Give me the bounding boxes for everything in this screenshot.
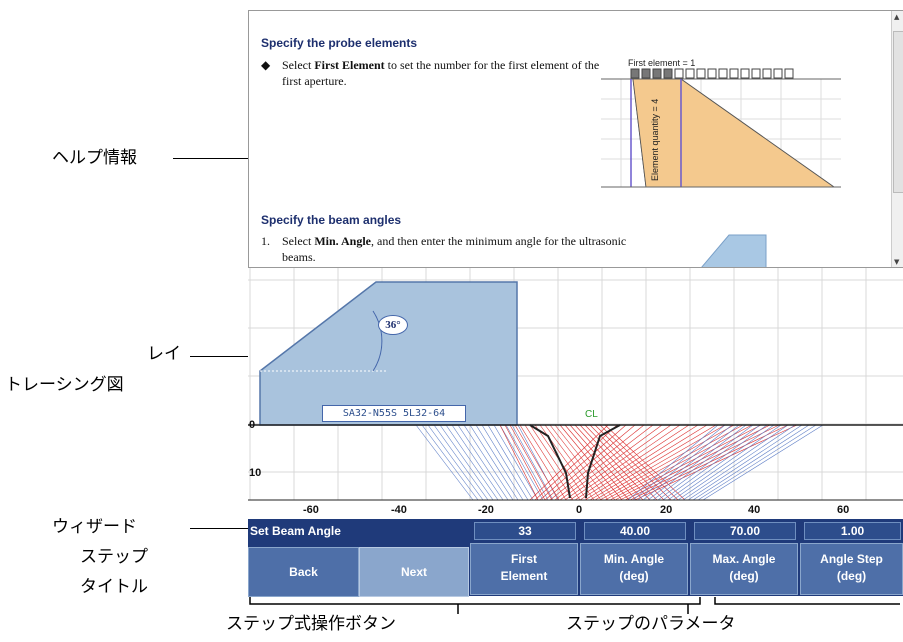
param-max-angle-value[interactable]: 70.00 <box>694 522 796 540</box>
param-first-element-value[interactable]: 33 <box>474 522 576 540</box>
help-panel: Specify the probe elements ◆ Select Firs… <box>248 10 903 268</box>
param-first-element-label1: First <box>510 552 537 566</box>
wedge-angle-label: 36° <box>378 315 408 335</box>
callout-step-buttons: ステップ式操作ボタン <box>226 614 396 634</box>
param-min-angle-label2: (deg) <box>619 569 649 583</box>
callout-step-params: ステップのパラメータ <box>566 614 736 634</box>
param-min-angle-label[interactable]: Min. Angle (deg) <box>580 543 688 595</box>
next-button[interactable]: Next <box>359 547 469 597</box>
x-tick-0: 0 <box>576 504 583 516</box>
param-angle-step-value[interactable]: 1.00 <box>804 522 901 540</box>
param-angle-step-label2: (deg) <box>836 569 867 583</box>
depth-label-0: 0 <box>249 419 256 431</box>
help-section2-text: Select Min. Angle, and then enter the mi… <box>282 234 627 264</box>
param-angle-step-label1: Angle Step <box>820 552 883 566</box>
param-angle-step-label[interactable]: Angle Step (deg) <box>800 543 903 595</box>
x-tick-neg40: -40 <box>391 504 407 516</box>
probe-label: SA32-N55S 5L32-64 <box>322 405 466 422</box>
probe-elements-figure: First element = 1 Element quantity = 4 <box>601 58 841 188</box>
x-tick-neg60: -60 <box>303 504 319 516</box>
beam-angle-figure <box>701 234 767 268</box>
callout-wizard-title-1: ウィザード <box>52 517 137 537</box>
param-min-angle-label1: Min. Angle <box>603 552 665 566</box>
back-button[interactable]: Back <box>248 547 359 597</box>
param-max-angle[interactable]: 70.00 Max. Angle (deg) <box>690 519 798 596</box>
param-min-angle[interactable]: 40.00 Min. Angle (deg) <box>580 519 688 596</box>
callout-line-wizard <box>190 528 248 529</box>
callout-wizard-title-3: タイトル <box>80 577 148 597</box>
param-min-angle-value[interactable]: 40.00 <box>584 522 686 540</box>
help-section2-title: Specify the beam angles <box>261 213 402 227</box>
help-section1-text: Select First Element to set the number f… <box>282 58 600 88</box>
param-max-angle-label2: (deg) <box>729 569 759 583</box>
help-section1-bullet: ◆ <box>261 58 271 72</box>
x-axis-labels: -60 -40 -20 0 20 40 60 <box>248 504 903 518</box>
param-max-angle-label1: Max. Angle <box>712 552 776 566</box>
param-first-element[interactable]: 33 First Element <box>470 519 578 596</box>
x-tick-neg20: -20 <box>478 504 494 516</box>
callout-ray-tracing-1: レイ <box>147 344 181 364</box>
x-tick-60: 60 <box>837 504 850 516</box>
help-section2-num: 1. <box>261 234 270 248</box>
help-scrollbar[interactable]: ▲ ▼ <box>891 11 903 268</box>
callout-wizard-title-2: ステップ <box>80 547 148 567</box>
scroll-thumb[interactable] <box>893 31 903 193</box>
help-section1-title: Specify the probe elements <box>261 36 418 50</box>
ray-tracing-diagram: 36° SA32-N55S 5L32-64 CL 0 10 -60 -40 -2… <box>248 267 903 520</box>
callout-help-info: ヘルプ情報 <box>52 148 137 168</box>
param-angle-step[interactable]: 1.00 Angle Step (deg) <box>800 519 903 596</box>
wizard-panel: Set Beam Angle Back Next 33 First Elemen… <box>248 519 903 597</box>
param-max-angle-label[interactable]: Max. Angle (deg) <box>690 543 798 595</box>
param-first-element-label[interactable]: First Element <box>470 543 578 595</box>
callout-ray-tracing-2: トレーシング図 <box>5 375 124 395</box>
scroll-down-icon[interactable]: ▼ <box>894 258 902 266</box>
wizard-step-title: Set Beam Angle <box>250 524 341 538</box>
figure-first-element-label: First element = 1 <box>628 58 695 68</box>
wedge <box>259 281 518 426</box>
x-tick-20: 20 <box>660 504 673 516</box>
param-first-element-label2: Element <box>500 569 548 583</box>
figure-element-quantity-label: Element quantity = 4 <box>650 99 660 181</box>
depth-label-10: 10 <box>249 467 262 479</box>
cl-label: CL <box>585 409 598 420</box>
scroll-up-icon[interactable]: ▲ <box>894 13 902 21</box>
x-tick-40: 40 <box>748 504 761 516</box>
